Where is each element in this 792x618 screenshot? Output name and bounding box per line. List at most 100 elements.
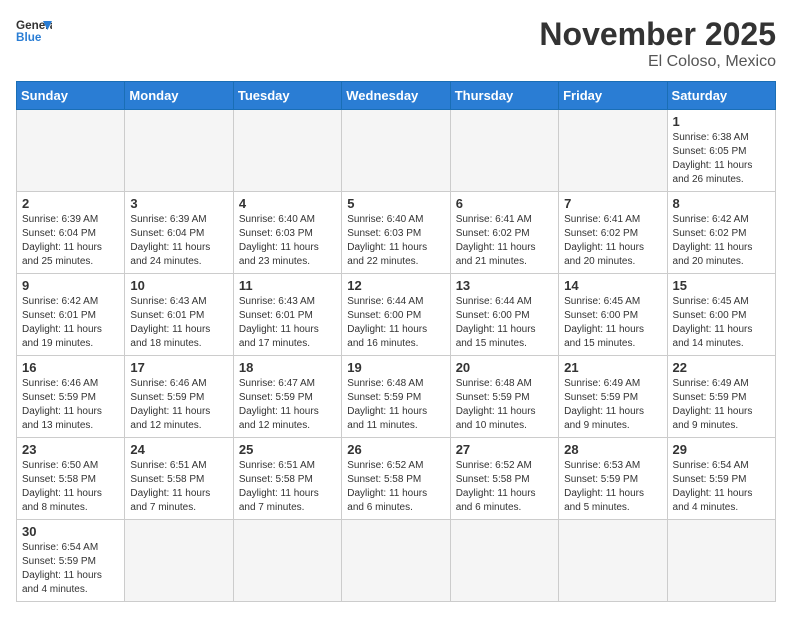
svg-text:Blue: Blue bbox=[16, 31, 42, 44]
calendar-cell: 17Sunrise: 6:46 AMSunset: 5:59 PMDayligh… bbox=[125, 356, 233, 438]
day-number: 2 bbox=[22, 196, 119, 211]
day-info: Sunrise: 6:42 AMSunset: 6:02 PMDaylight:… bbox=[673, 213, 770, 269]
calendar-cell: 26Sunrise: 6:52 AMSunset: 5:58 PMDayligh… bbox=[342, 438, 450, 520]
day-info: Sunrise: 6:46 AMSunset: 5:59 PMDaylight:… bbox=[130, 377, 227, 433]
calendar-cell: 21 Sunrise: 6:49 AMSunset: 5:59 PMDayligh… bbox=[559, 356, 667, 438]
day-info: Sunrise: 6:45 AMSunset: 6:00 PMDaylight:… bbox=[673, 295, 770, 351]
calendar-cell bbox=[667, 520, 775, 602]
day-info: Sunrise: 6:51 AMSunset: 5:58 PMDaylight:… bbox=[239, 459, 336, 515]
day-number: 4 bbox=[239, 196, 336, 211]
calendar-cell: 29Sunrise: 6:54 AMSunset: 5:59 PMDayligh… bbox=[667, 438, 775, 520]
calendar-cell bbox=[559, 110, 667, 192]
calendar-header-friday: Friday bbox=[559, 82, 667, 110]
logo: General Blue bbox=[16, 16, 52, 44]
day-info: Sunrise: 6:47 AMSunset: 5:59 PMDaylight:… bbox=[239, 377, 336, 433]
day-number: 7 bbox=[564, 196, 661, 211]
day-info: Sunrise: 6:43 AMSunset: 6:01 PMDaylight:… bbox=[239, 295, 336, 351]
calendar-cell bbox=[342, 110, 450, 192]
day-number: 12 bbox=[347, 278, 444, 293]
day-info: Sunrise: 6:42 AMSunset: 6:01 PMDaylight:… bbox=[22, 295, 119, 351]
calendar-header-tuesday: Tuesday bbox=[233, 82, 341, 110]
calendar-week-row-4: 16Sunrise: 6:46 AMSunset: 5:59 PMDayligh… bbox=[17, 356, 776, 438]
calendar-week-row-6: 30Sunrise: 6:54 AMSunset: 5:59 PMDayligh… bbox=[17, 520, 776, 602]
day-info: Sunrise: 6:48 AMSunset: 5:59 PMDaylight:… bbox=[347, 377, 444, 433]
calendar-cell bbox=[233, 110, 341, 192]
calendar-cell: 23Sunrise: 6:50 AMSunset: 5:58 PMDayligh… bbox=[17, 438, 125, 520]
calendar-cell: 9 Sunrise: 6:42 AMSunset: 6:01 PMDaylight… bbox=[17, 274, 125, 356]
day-number: 27 bbox=[456, 442, 553, 457]
day-info: Sunrise: 6:51 AMSunset: 5:58 PMDaylight:… bbox=[130, 459, 227, 515]
day-info: Sunrise: 6:48 AMSunset: 5:59 PMDaylight:… bbox=[456, 377, 553, 433]
calendar-cell: 4 Sunrise: 6:40 AMSunset: 6:03 PMDaylight… bbox=[233, 192, 341, 274]
title-block: November 2025 El Coloso, Mexico bbox=[539, 16, 776, 71]
calendar-cell: 20 Sunrise: 6:48 AMSunset: 5:59 PMDayligh… bbox=[450, 356, 558, 438]
day-info: Sunrise: 6:39 AMSunset: 6:04 PMDaylight:… bbox=[130, 213, 227, 269]
day-info: Sunrise: 6:52 AMSunset: 5:58 PMDaylight:… bbox=[456, 459, 553, 515]
day-info: Sunrise: 6:41 AMSunset: 6:02 PMDaylight:… bbox=[564, 213, 661, 269]
day-info: Sunrise: 6:40 AMSunset: 6:03 PMDaylight:… bbox=[347, 213, 444, 269]
day-info: Sunrise: 6:49 AMSunset: 5:59 PMDaylight:… bbox=[673, 377, 770, 433]
location-title: El Coloso, Mexico bbox=[539, 53, 776, 71]
calendar-cell: 7 Sunrise: 6:41 AMSunset: 6:02 PMDaylight… bbox=[559, 192, 667, 274]
calendar-header-monday: Monday bbox=[125, 82, 233, 110]
calendar-cell: 13 Sunrise: 6:44 AMSunset: 6:00 PMDayligh… bbox=[450, 274, 558, 356]
calendar-cell: 25 Sunrise: 6:51 AMSunset: 5:58 PMDayligh… bbox=[233, 438, 341, 520]
day-number: 20 bbox=[456, 360, 553, 375]
day-info: Sunrise: 6:45 AMSunset: 6:00 PMDaylight:… bbox=[564, 295, 661, 351]
calendar-cell: 3Sunrise: 6:39 AMSunset: 6:04 PMDaylight… bbox=[125, 192, 233, 274]
calendar-week-row-5: 23Sunrise: 6:50 AMSunset: 5:58 PMDayligh… bbox=[17, 438, 776, 520]
calendar-week-row-1: 1Sunrise: 6:38 AMSunset: 6:05 PMDaylight… bbox=[17, 110, 776, 192]
day-number: 13 bbox=[456, 278, 553, 293]
calendar-cell: 22 Sunrise: 6:49 AMSunset: 5:59 PMDayligh… bbox=[667, 356, 775, 438]
calendar-cell: 2 Sunrise: 6:39 AMSunset: 6:04 PMDaylight… bbox=[17, 192, 125, 274]
day-number: 25 bbox=[239, 442, 336, 457]
day-info: Sunrise: 6:46 AMSunset: 5:59 PMDaylight:… bbox=[22, 377, 119, 433]
calendar-cell bbox=[342, 520, 450, 602]
calendar-cell bbox=[450, 110, 558, 192]
day-number: 6 bbox=[456, 196, 553, 211]
day-number: 9 bbox=[22, 278, 119, 293]
calendar-cell: 24Sunrise: 6:51 AMSunset: 5:58 PMDayligh… bbox=[125, 438, 233, 520]
calendar-header-saturday: Saturday bbox=[667, 82, 775, 110]
day-number: 15 bbox=[673, 278, 770, 293]
calendar-cell: 14Sunrise: 6:45 AMSunset: 6:00 PMDayligh… bbox=[559, 274, 667, 356]
calendar-cell: 18 Sunrise: 6:47 AMSunset: 5:59 PMDayligh… bbox=[233, 356, 341, 438]
day-number: 21 bbox=[564, 360, 661, 375]
calendar-cell: 1Sunrise: 6:38 AMSunset: 6:05 PMDaylight… bbox=[667, 110, 775, 192]
month-title: November 2025 bbox=[539, 16, 776, 53]
calendar-header-sunday: Sunday bbox=[17, 82, 125, 110]
day-number: 26 bbox=[347, 442, 444, 457]
calendar-cell bbox=[450, 520, 558, 602]
calendar-header-thursday: Thursday bbox=[450, 82, 558, 110]
day-number: 28 bbox=[564, 442, 661, 457]
calendar-header-wednesday: Wednesday bbox=[342, 82, 450, 110]
day-number: 18 bbox=[239, 360, 336, 375]
day-number: 5 bbox=[347, 196, 444, 211]
day-info: Sunrise: 6:41 AMSunset: 6:02 PMDaylight:… bbox=[456, 213, 553, 269]
calendar-cell: 16Sunrise: 6:46 AMSunset: 5:59 PMDayligh… bbox=[17, 356, 125, 438]
day-info: Sunrise: 6:44 AMSunset: 6:00 PMDaylight:… bbox=[456, 295, 553, 351]
calendar-cell: 28 Sunrise: 6:53 AMSunset: 5:59 PMDayligh… bbox=[559, 438, 667, 520]
calendar-header-row: SundayMondayTuesdayWednesdayThursdayFrid… bbox=[17, 82, 776, 110]
day-info: Sunrise: 6:49 AMSunset: 5:59 PMDaylight:… bbox=[564, 377, 661, 433]
calendar-cell: 6 Sunrise: 6:41 AMSunset: 6:02 PMDaylight… bbox=[450, 192, 558, 274]
generalblue-logo-icon: General Blue bbox=[16, 16, 52, 44]
calendar-cell bbox=[233, 520, 341, 602]
day-info: Sunrise: 6:53 AMSunset: 5:59 PMDaylight:… bbox=[564, 459, 661, 515]
calendar-week-row-3: 9 Sunrise: 6:42 AMSunset: 6:01 PMDaylight… bbox=[17, 274, 776, 356]
calendar-cell: 12Sunrise: 6:44 AMSunset: 6:00 PMDayligh… bbox=[342, 274, 450, 356]
calendar-cell: 11Sunrise: 6:43 AMSunset: 6:01 PMDayligh… bbox=[233, 274, 341, 356]
calendar-table: SundayMondayTuesdayWednesdayThursdayFrid… bbox=[16, 81, 776, 602]
day-info: Sunrise: 6:38 AMSunset: 6:05 PMDaylight:… bbox=[673, 131, 770, 187]
calendar-cell: 8 Sunrise: 6:42 AMSunset: 6:02 PMDaylight… bbox=[667, 192, 775, 274]
day-number: 23 bbox=[22, 442, 119, 457]
day-info: Sunrise: 6:39 AMSunset: 6:04 PMDaylight:… bbox=[22, 213, 119, 269]
calendar-cell: 10Sunrise: 6:43 AMSunset: 6:01 PMDayligh… bbox=[125, 274, 233, 356]
day-number: 10 bbox=[130, 278, 227, 293]
calendar-cell bbox=[559, 520, 667, 602]
calendar-week-row-2: 2 Sunrise: 6:39 AMSunset: 6:04 PMDaylight… bbox=[17, 192, 776, 274]
day-info: Sunrise: 6:40 AMSunset: 6:03 PMDaylight:… bbox=[239, 213, 336, 269]
day-number: 22 bbox=[673, 360, 770, 375]
day-info: Sunrise: 6:54 AMSunset: 5:59 PMDaylight:… bbox=[22, 541, 119, 597]
day-number: 8 bbox=[673, 196, 770, 211]
